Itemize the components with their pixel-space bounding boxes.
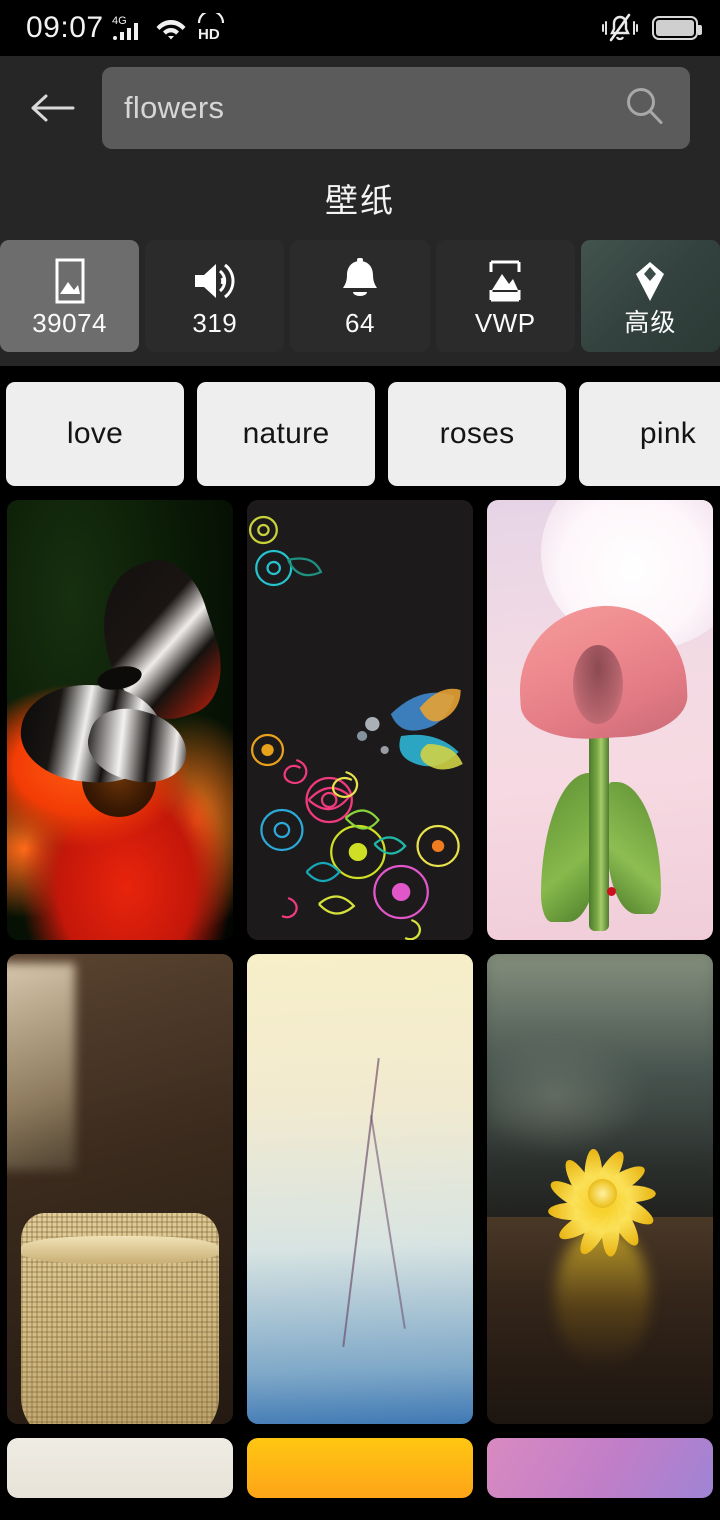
diamond-icon (626, 257, 674, 307)
tab-wallpapers-label: 39074 (32, 308, 107, 338)
app-screen: 09:07 4G HD flowers 壁纸 39074 319 64 VWP … (0, 0, 720, 1520)
page-title: 壁纸 (325, 182, 395, 219)
live-wallpaper-icon (479, 256, 531, 306)
chip-label: roses (439, 417, 515, 450)
wallpaper-thumb-black-doodle-flowers[interactable] (247, 500, 473, 940)
wallpaper-thumb-cream-wallpaper-partial[interactable] (7, 1438, 233, 1498)
back-button[interactable] (26, 82, 78, 134)
status-bar-icon-group: 4G HD (112, 13, 226, 43)
back-arrow-icon (31, 94, 75, 122)
wallpaper-thumb-pink-blossom-burlap-pot[interactable] (7, 954, 233, 1424)
hd-icon: HD (197, 13, 224, 41)
image-icon (46, 256, 94, 306)
tag-chip-roses[interactable]: roses (388, 382, 566, 486)
tag-chip-nature[interactable]: nature (197, 382, 375, 486)
speaker-icon (189, 256, 241, 306)
vibrate-silent-icon (602, 13, 638, 42)
wallpaper-thumb-pink-purple-gradient-wallpaper-partial[interactable] (487, 1438, 713, 1498)
search-row (0, 56, 720, 160)
search-input[interactable] (124, 90, 612, 126)
status-bar-clock: 09:07 (26, 11, 104, 44)
search-icon[interactable] (622, 84, 666, 133)
wallpaper-thumb-pink-calla-lily-moon[interactable] (487, 500, 713, 940)
tab-premium-label: 高级 (624, 308, 677, 337)
tab-notifications-label: 64 (345, 308, 375, 338)
tab-vwp-label: VWP (474, 308, 536, 338)
tag-chip-pink[interactable]: pink (579, 382, 720, 486)
tab-ringtones-audio[interactable]: 319 (145, 240, 285, 352)
tab-vwp[interactable]: VWP (435, 240, 575, 352)
chip-label: pink (639, 417, 697, 450)
app-header: 壁纸 39074 (0, 56, 720, 366)
svg-text:4G: 4G (112, 15, 127, 27)
battery-icon (652, 16, 702, 40)
chip-label: nature (242, 417, 330, 450)
category-tab-bar: 39074 319 64 VWP 高级 (0, 240, 720, 352)
status-bar-right (602, 13, 702, 43)
wallpaper-thumb-butterfly-on-orange-flower[interactable] (7, 500, 233, 940)
tab-ringtones-label: 319 (192, 308, 238, 338)
tab-wallpapers[interactable]: 39074 (0, 240, 140, 352)
tag-chip-love[interactable]: love (6, 382, 184, 486)
wallpaper-thumb-orange-gradient-wallpaper-partial[interactable] (247, 1438, 473, 1498)
status-bar-left: 09:07 4G HD (26, 13, 226, 43)
status-bar: 09:07 4G HD (0, 0, 720, 56)
signal-bars-icon: 4G (112, 15, 138, 40)
tab-notifications[interactable]: 64 (290, 240, 430, 352)
bell-icon (336, 256, 384, 306)
wifi-icon (156, 20, 186, 40)
search-box[interactable] (102, 67, 690, 149)
suggested-tags-row[interactable]: love nature roses pink (0, 366, 720, 500)
wallpaper-grid (0, 500, 720, 1498)
svg-text:HD: HD (198, 26, 220, 41)
chip-label: love (66, 417, 124, 450)
wallpaper-thumb-yellow-daisy-reflection[interactable] (487, 954, 713, 1424)
tab-premium[interactable]: 高级 (580, 240, 720, 352)
wallpaper-thumb-pink-cherry-blossom-branch[interactable] (247, 954, 473, 1424)
